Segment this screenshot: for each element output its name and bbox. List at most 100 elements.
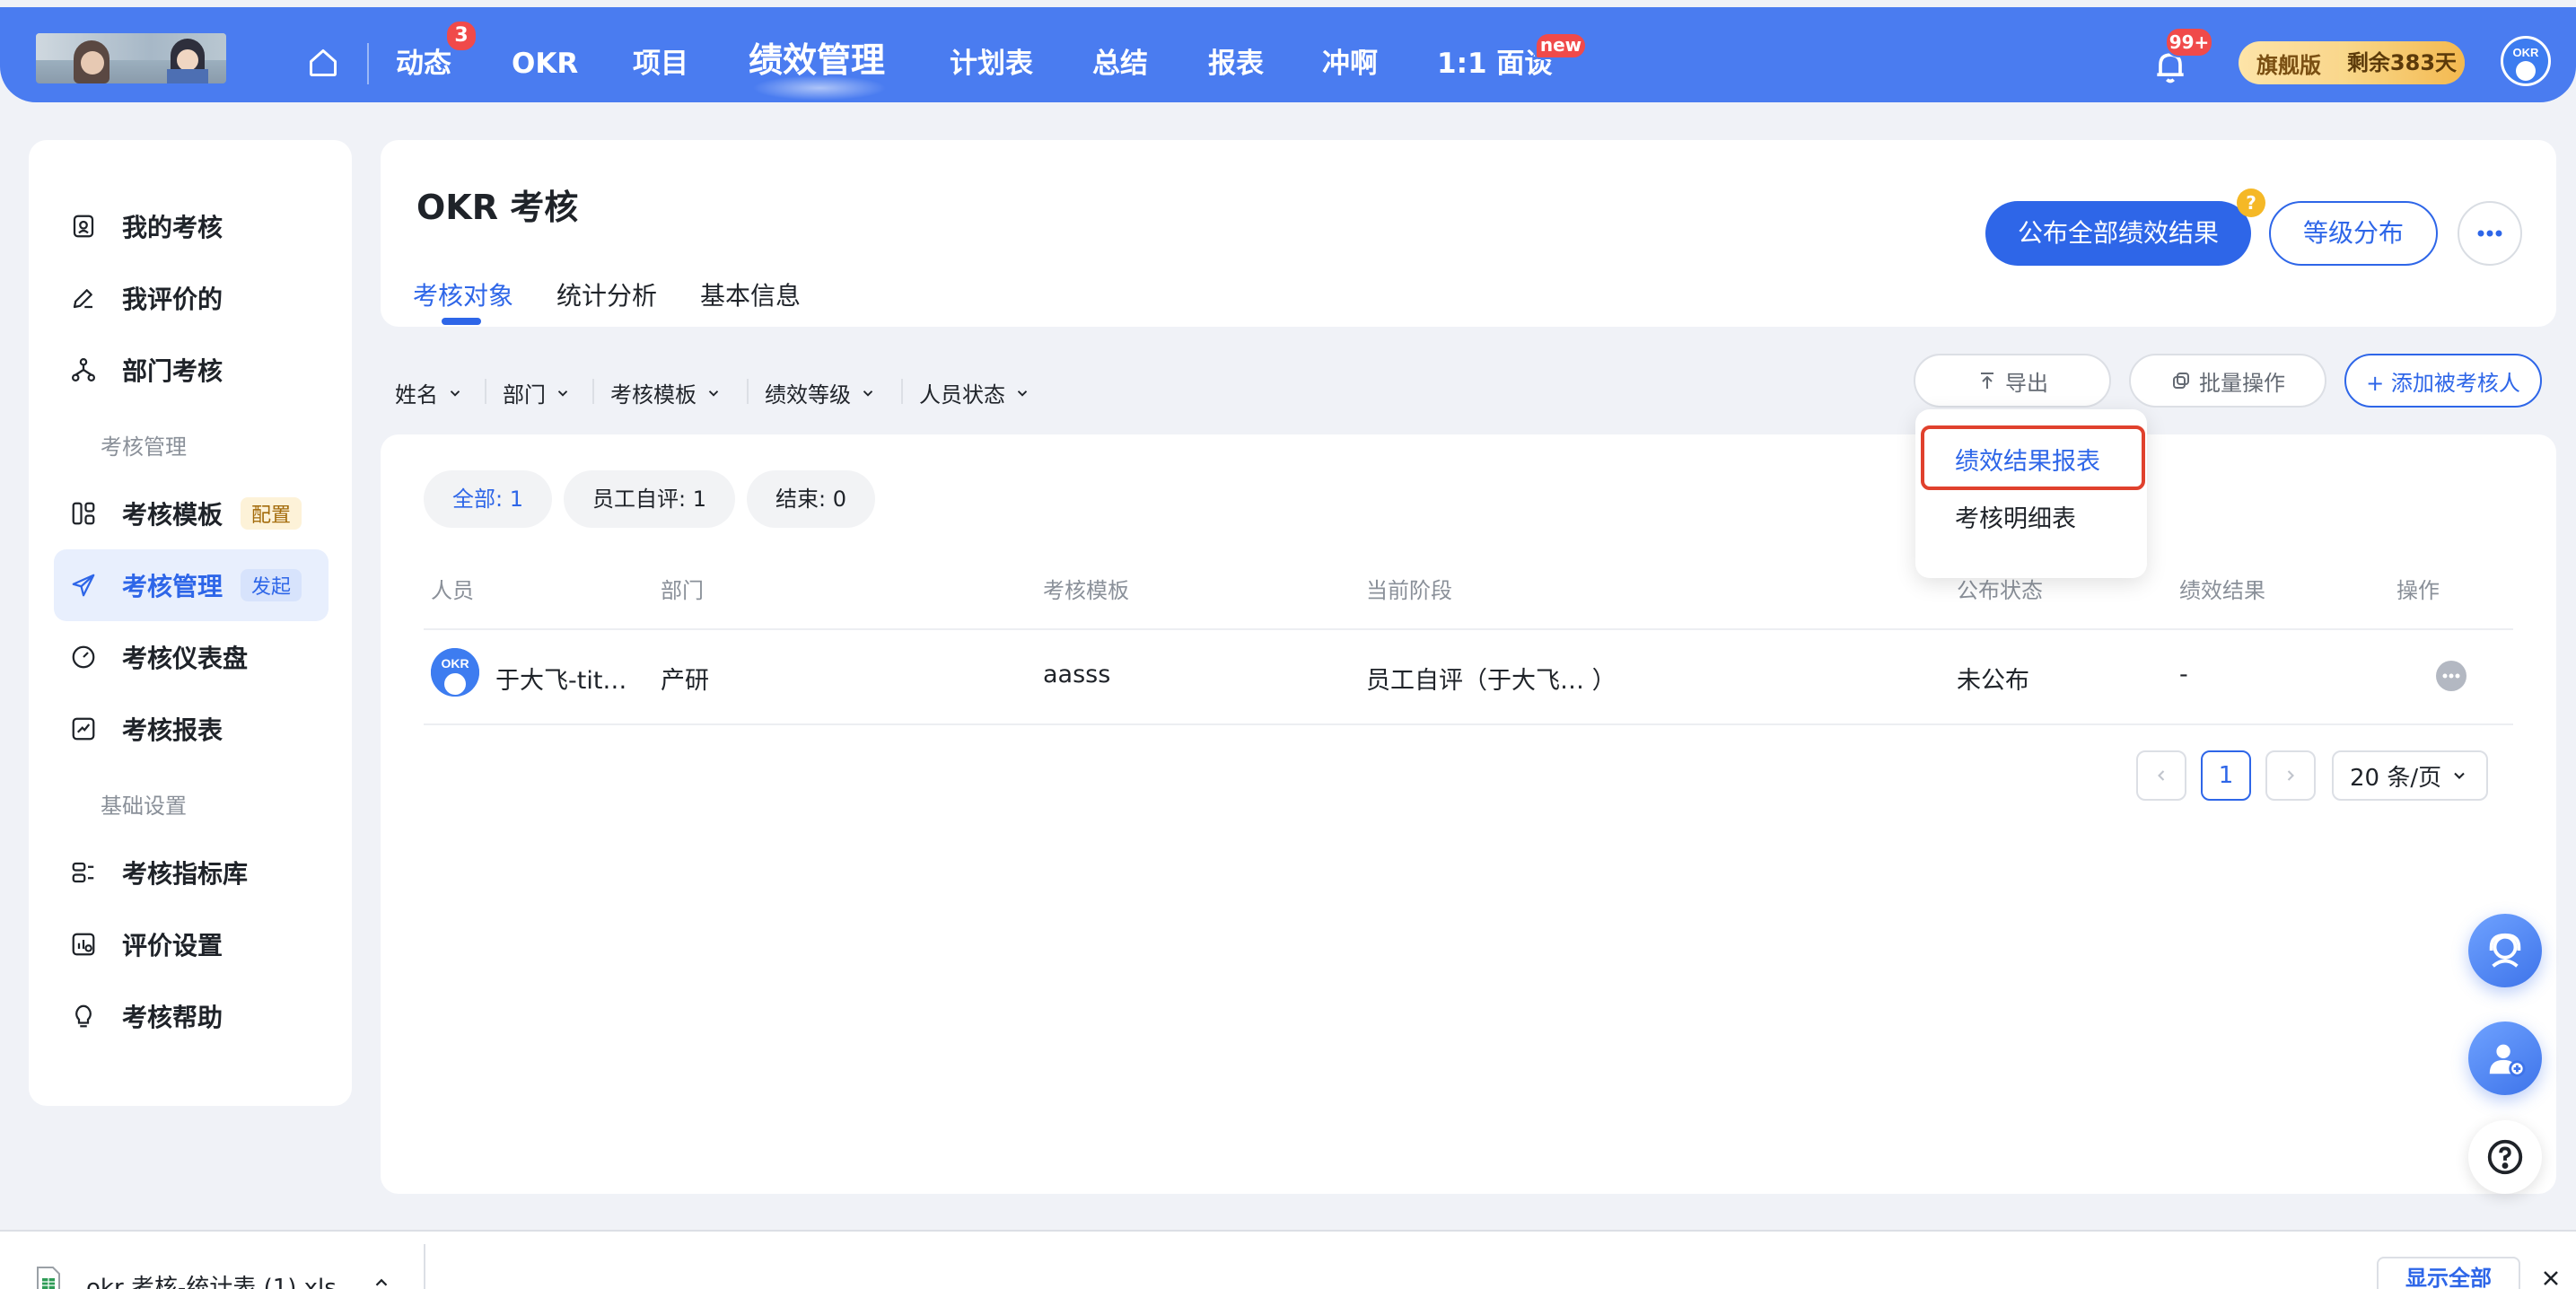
- config-tag: 配置: [241, 497, 302, 530]
- nav-item-summary[interactable]: 总结: [1092, 43, 1148, 84]
- download-bar: okr 考核-统计表 (1).xls 显示全部: [0, 1230, 2576, 1289]
- export-label: 导出: [2005, 370, 2048, 396]
- sidebar-item-review-management[interactable]: 考核管理 发起: [54, 549, 329, 621]
- new-badge: new: [1535, 32, 1587, 59]
- page-header: OKR 考核 考核对象 统计分析 基本信息 公布全部绩效结果 ? 等级分布: [381, 140, 2556, 327]
- tab-basic-info[interactable]: 基本信息: [700, 276, 801, 312]
- days-left-label: 剩余383天: [2339, 41, 2465, 84]
- nav-item-feed[interactable]: 动态: [396, 43, 451, 84]
- nav-item-plans[interactable]: 计划表: [950, 43, 1033, 84]
- company-logo-image[interactable]: [36, 33, 226, 83]
- user-add-icon: [2489, 1044, 2526, 1077]
- tab-statistics[interactable]: 统计分析: [556, 276, 657, 312]
- tab-review-subjects[interactable]: 考核对象: [413, 276, 513, 312]
- chevron-up-icon[interactable]: [372, 1273, 391, 1289]
- sidebar-item-reports[interactable]: 考核报表: [54, 693, 329, 765]
- downloaded-file-name[interactable]: okr 考核-统计表 (1).xls: [86, 1269, 337, 1289]
- nav-item-reports[interactable]: 报表: [1208, 43, 1264, 84]
- filter-divider: [901, 379, 903, 404]
- filter-label: 人员状态: [919, 382, 1005, 408]
- more-dots-icon: [2477, 230, 2502, 237]
- nav-divider: [367, 43, 369, 84]
- row-more-icon[interactable]: [2436, 661, 2466, 691]
- batch-operation-button[interactable]: 批量操作: [2129, 354, 2326, 408]
- add-contact-button[interactable]: [2468, 1022, 2542, 1095]
- cell-person[interactable]: 于大飞-tit…: [495, 661, 626, 696]
- headset-icon: [2489, 933, 2521, 968]
- org-chart-icon: [72, 358, 95, 381]
- sidebar-item-label: 考核仪表盘: [122, 644, 249, 673]
- sidebar-item-help[interactable]: 考核帮助: [54, 980, 329, 1052]
- sidebar-group-label: 基础设置: [101, 794, 187, 819]
- menu-item-review-details[interactable]: 考核明细表: [1955, 499, 2076, 534]
- filter-divider: [747, 379, 749, 404]
- home-icon[interactable]: [307, 47, 339, 79]
- page-size-select[interactable]: 20 条/页: [2332, 750, 2488, 801]
- sidebar-item-dashboard[interactable]: 考核仪表盘: [54, 621, 329, 693]
- plan-tier-badge[interactable]: 旗舰版 剩余383天: [2239, 41, 2465, 84]
- cell-template: aasss: [1043, 661, 1111, 688]
- chip-all[interactable]: 全部: 1: [424, 470, 552, 528]
- active-tab-indicator: [442, 318, 481, 325]
- filter-grade[interactable]: 绩效等级: [765, 377, 876, 408]
- menu-item-performance-report[interactable]: 绩效结果报表: [1955, 442, 2100, 477]
- chip-finished[interactable]: 结束: 0: [747, 470, 875, 528]
- page-button-current[interactable]: 1: [2201, 750, 2251, 801]
- sidebar-item-my-reviews[interactable]: 我的考核: [54, 190, 329, 262]
- filter-divider: [592, 379, 594, 404]
- add-reviewee-button[interactable]: + 添加被考核人: [2344, 354, 2542, 408]
- gauge-icon: [72, 645, 95, 669]
- tier-label: 旗舰版: [2256, 52, 2321, 78]
- column-header-template: 考核模板: [1043, 578, 1129, 603]
- next-page-button[interactable]: [2265, 750, 2316, 801]
- help-button[interactable]: [2468, 1120, 2542, 1194]
- filter-label: 姓名: [395, 382, 438, 408]
- customer-service-button[interactable]: [2468, 914, 2542, 987]
- nav-item-charge[interactable]: 冲啊: [1322, 43, 1378, 84]
- sidebar-item-dept-reviews[interactable]: 部门考核: [54, 334, 329, 406]
- publish-all-results-button[interactable]: 公布全部绩效结果: [1985, 201, 2251, 266]
- chip-self-review[interactable]: 员工自评: 1: [564, 470, 735, 528]
- chart-icon: [72, 717, 95, 741]
- sidebar-item-indicator-library[interactable]: 考核指标库: [54, 837, 329, 908]
- sidebar-item-label: 我评价的: [122, 285, 223, 314]
- filter-department[interactable]: 部门: [503, 377, 571, 408]
- help-question-icon[interactable]: ?: [2237, 189, 2265, 217]
- chevron-down-icon: [708, 390, 719, 397]
- sidebar: 我的考核 我评价的 部门考核 考核管理 考核模板 配置 考核管理 发起 考核仪表…: [29, 140, 352, 1106]
- export-icon: [1981, 373, 1993, 389]
- sidebar-item-label: 部门考核: [122, 356, 223, 386]
- nav-item-okr[interactable]: OKR: [512, 43, 578, 84]
- filter-label: 部门: [503, 382, 546, 408]
- filter-status[interactable]: 人员状态: [919, 377, 1030, 408]
- show-all-downloads-button[interactable]: 显示全部: [2377, 1257, 2520, 1289]
- export-button[interactable]: 导出: [1914, 354, 2111, 408]
- pen-icon: [73, 289, 92, 309]
- filter-divider: [485, 379, 486, 404]
- user-file-icon: [73, 215, 94, 238]
- lightbulb-icon: [75, 1004, 92, 1028]
- filter-name[interactable]: 姓名: [395, 377, 463, 408]
- sidebar-item-label: 我的考核: [122, 213, 223, 242]
- sidebar-item-label: 评价设置: [122, 931, 223, 960]
- avatar-text: OKR: [441, 656, 469, 671]
- reviewee-avatar: OKR: [431, 648, 479, 697]
- reviewee-table-card: 全部: 1 员工自评: 1 结束: 0 人员 部门 考核模板 当前阶段 公布状态…: [381, 434, 2556, 1194]
- column-header-person: 人员: [431, 578, 474, 603]
- prev-page-button[interactable]: [2136, 750, 2186, 801]
- close-icon[interactable]: [2540, 1267, 2562, 1289]
- nav-item-projects[interactable]: 项目: [633, 43, 688, 84]
- user-avatar[interactable]: OKR: [2501, 36, 2551, 86]
- sidebar-item-templates[interactable]: 考核模板 配置: [54, 478, 329, 549]
- column-header-actions: 操作: [2396, 578, 2440, 603]
- chevron-down-icon: [557, 390, 568, 397]
- filter-template[interactable]: 考核模板: [610, 377, 722, 408]
- sidebar-item-evaluation-settings[interactable]: 评价设置: [54, 908, 329, 980]
- cell-stage: 员工自评（于大飞… ）: [1366, 667, 1617, 695]
- page-title: OKR 考核: [416, 188, 579, 227]
- active-nav-indicator: [752, 75, 887, 101]
- sidebar-item-evaluated-by-me[interactable]: 我评价的: [54, 262, 329, 334]
- sidebar-item-label: 考核模板: [122, 500, 223, 530]
- more-options-button[interactable]: [2458, 201, 2522, 266]
- grade-distribution-button[interactable]: 等级分布: [2269, 201, 2438, 266]
